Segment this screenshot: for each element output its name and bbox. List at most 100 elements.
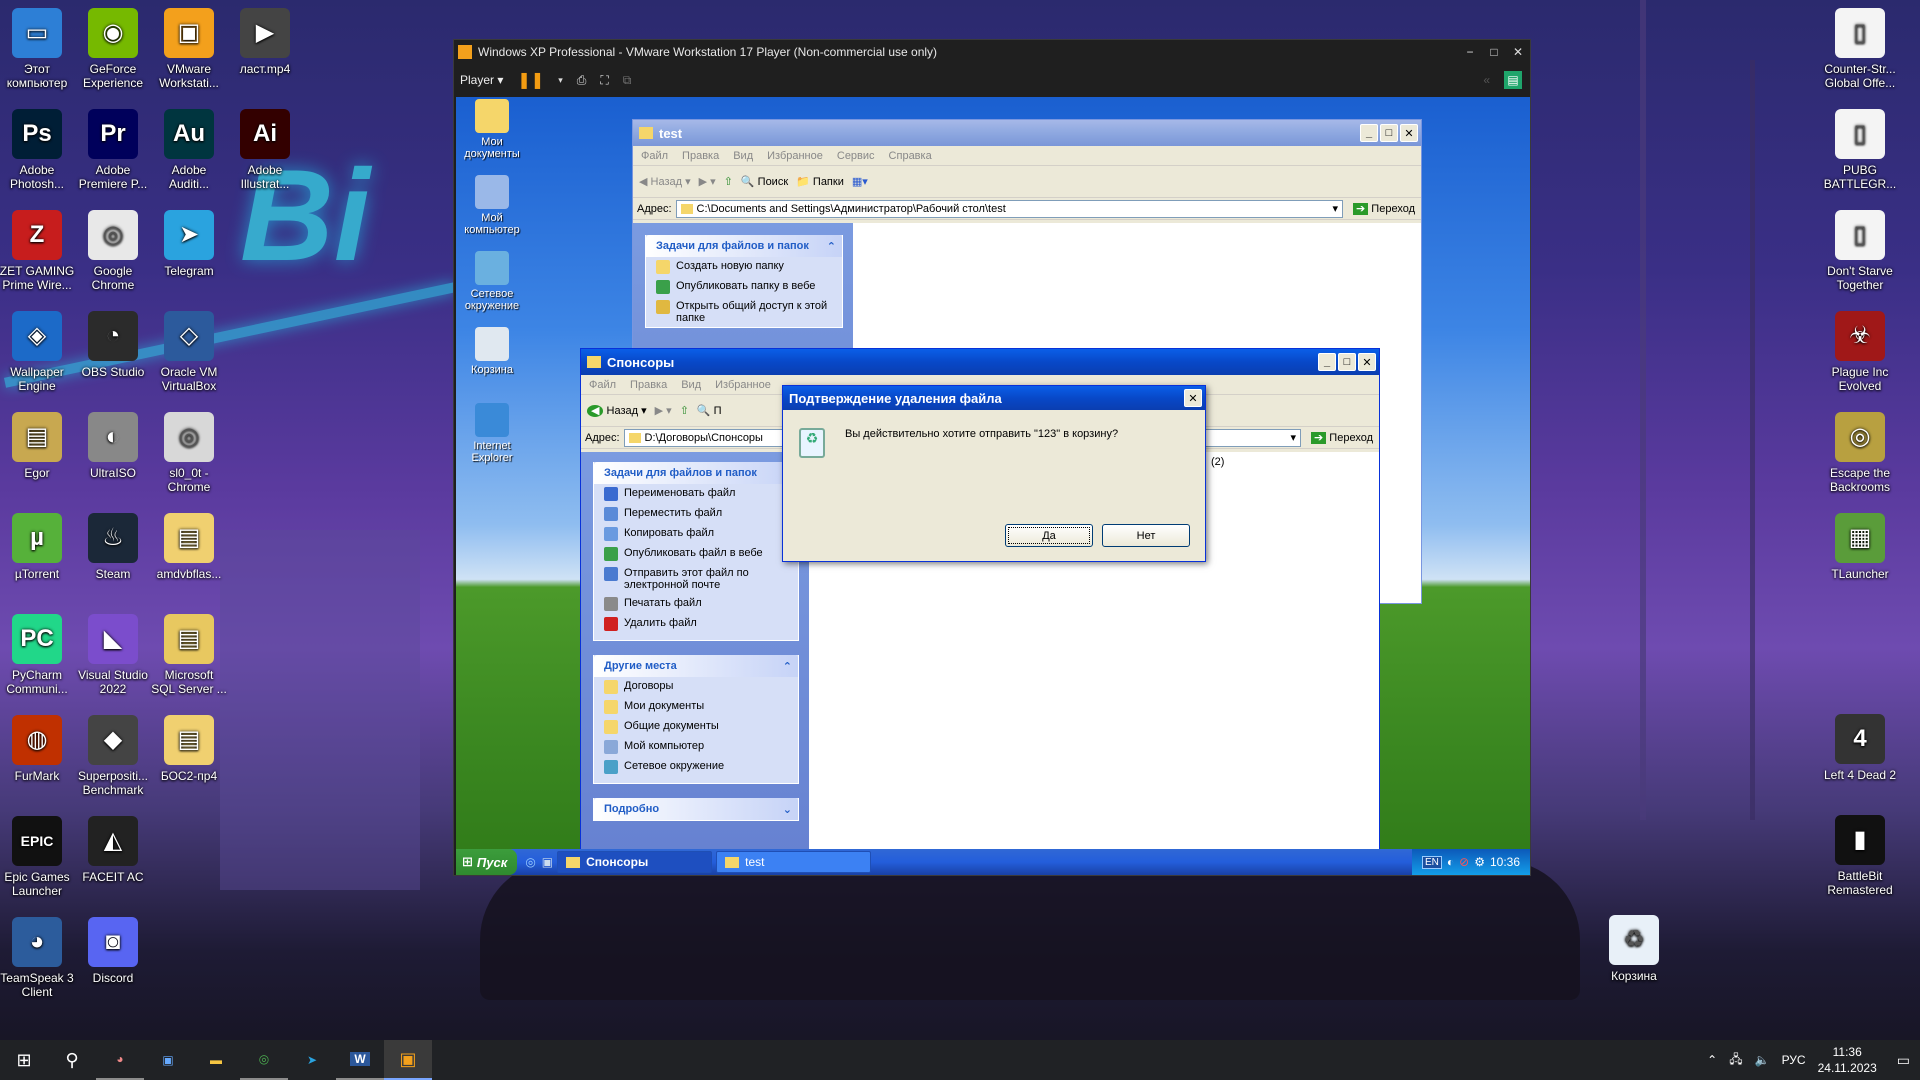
- desktop-icon[interactable]: Z ZET GAMING Prime Wire...: [0, 210, 75, 292]
- taskbar-button-sponsors[interactable]: Спонсоры: [557, 851, 713, 873]
- start-button[interactable]: ⊞: [0, 1040, 48, 1080]
- views-button[interactable]: ▦▾: [852, 175, 868, 188]
- taskbar-button-test[interactable]: test: [716, 851, 872, 873]
- close-button[interactable]: ✕: [1358, 353, 1376, 371]
- clock[interactable]: 11:36 24.11.2023: [1818, 1044, 1877, 1076]
- taskbar-app-file-explorer[interactable]: ▬: [192, 1040, 240, 1080]
- tasks-panel-header[interactable]: Задачи для файлов и папок: [594, 462, 798, 484]
- volume-icon[interactable]: 🔈: [1755, 1053, 1770, 1067]
- quicklaunch-ie-icon[interactable]: ◎: [525, 855, 535, 869]
- folders-button[interactable]: 📁 Папки: [796, 175, 844, 188]
- show-hidden-icons-icon[interactable]: ⌃: [1707, 1053, 1717, 1067]
- desktop-icon[interactable]: ▤ Egor: [0, 412, 75, 480]
- player-menu-button[interactable]: Player ▾: [460, 73, 503, 87]
- unity-icon[interactable]: ⧉: [623, 73, 632, 88]
- go-button[interactable]: ➔ Переход: [1305, 431, 1379, 444]
- task-link[interactable]: Копировать файл: [594, 524, 798, 544]
- desktop-icon[interactable]: Ps Adobe Photosh...: [0, 109, 75, 191]
- yes-button[interactable]: Да: [1005, 524, 1093, 547]
- desktop-icon[interactable]: ◔ OBS Studio: [75, 311, 151, 379]
- pause-dropdown-icon[interactable]: ▾: [558, 75, 563, 86]
- language-indicator[interactable]: РУС: [1782, 1053, 1806, 1067]
- menu-item[interactable]: Сервис: [837, 150, 875, 162]
- vmware-titlebar[interactable]: Windows XP Professional - VMware Worksta…: [454, 40, 1530, 64]
- menu-item[interactable]: Избранное: [715, 379, 771, 391]
- task-link[interactable]: Удалить файл: [594, 614, 798, 634]
- task-link[interactable]: Создать новую папку: [646, 257, 842, 277]
- task-link[interactable]: Печатать файл: [594, 594, 798, 614]
- maximize-button[interactable]: □: [1338, 353, 1356, 371]
- close-button[interactable]: ✕: [1400, 124, 1418, 142]
- menu-item[interactable]: Файл: [641, 150, 668, 162]
- send-ctrl-alt-del-icon[interactable]: ⎙: [577, 73, 587, 88]
- no-button[interactable]: Нет: [1102, 524, 1190, 547]
- taskbar-app-paint[interactable]: ◕: [96, 1040, 144, 1080]
- up-folder-icon[interactable]: ⇧: [724, 175, 733, 188]
- dialog-close-button[interactable]: ✕: [1184, 389, 1202, 407]
- vm-library-icon[interactable]: ▤: [1504, 71, 1522, 89]
- desktop-icon[interactable]: ▶ ласт.mp4: [227, 8, 303, 76]
- desktop-icon[interactable]: ➤ Telegram: [151, 210, 227, 278]
- maximize-button[interactable]: □: [1482, 45, 1506, 59]
- desktop-icon[interactable]: ◇ Oracle VM VirtualBox: [151, 311, 227, 393]
- desktop-icon[interactable]: ♻ Корзина: [1596, 915, 1672, 983]
- desktop-icon[interactable]: ◕ TeamSpeak 3 Client: [0, 917, 75, 999]
- desktop-icon[interactable]: ♨ Steam: [75, 513, 151, 581]
- back-button[interactable]: ◀ Назад ▾: [639, 175, 691, 188]
- menu-item[interactable]: Файл: [589, 379, 616, 391]
- desktop-icon[interactable]: ☣ Plague Inc Evolved: [1822, 311, 1898, 393]
- desktop-icon[interactable]: ▤ amdvbflas...: [151, 513, 227, 581]
- desktop-icon[interactable]: ◙ Discord: [75, 917, 151, 985]
- search-button[interactable]: 🔍 П: [697, 404, 722, 417]
- language-indicator[interactable]: EN: [1421, 855, 1442, 869]
- tray-app-icon[interactable]: ◐: [1447, 855, 1454, 869]
- notification-icon[interactable]: ▭: [1897, 1052, 1910, 1069]
- task-link[interactable]: Сетевое окружение: [594, 757, 798, 777]
- desktop-icon[interactable]: 4 Left 4 Dead 2: [1822, 714, 1898, 782]
- fullscreen-icon[interactable]: ⛶: [600, 73, 608, 88]
- minimize-button[interactable]: −: [1458, 45, 1482, 59]
- xp-clock[interactable]: 10:36: [1490, 855, 1520, 869]
- task-link[interactable]: Договоры: [594, 677, 798, 697]
- dropdown-icon[interactable]: ▾: [1332, 202, 1342, 215]
- go-button[interactable]: ➔ Переход: [1347, 202, 1421, 215]
- xp-desktop-icon[interactable]: Корзина: [456, 327, 528, 376]
- desktop-icon[interactable]: EPIC Epic Games Launcher: [0, 816, 75, 898]
- desktop-icon[interactable]: Ai Adobe Illustrat...: [227, 109, 303, 191]
- xp-desktop-icon[interactable]: Сетевое окружение: [456, 251, 528, 312]
- task-link[interactable]: Опубликовать файл в вебе: [594, 544, 798, 564]
- task-link[interactable]: Опубликовать папку в вебе: [646, 277, 842, 297]
- taskbar-app-vmware[interactable]: ▣: [384, 1040, 432, 1080]
- task-link[interactable]: Отправить этот файл по электронной почте: [594, 564, 798, 594]
- desktop-icon[interactable]: Au Adobe Auditi...: [151, 109, 227, 191]
- desktop-icon[interactable]: ▯ PUBG BATTLEGR...: [1822, 109, 1898, 191]
- desktop-icon[interactable]: ◣ Visual Studio 2022: [75, 614, 151, 696]
- desktop-icon[interactable]: µ µTorrent: [0, 513, 75, 581]
- desktop-icon[interactable]: ◎ Google Chrome: [75, 210, 151, 292]
- dropdown-icon[interactable]: ▾: [1290, 431, 1300, 444]
- taskbar-app-chrome[interactable]: ◎: [240, 1040, 288, 1080]
- menu-item[interactable]: Избранное: [767, 150, 823, 162]
- search-button[interactable]: 🔍 Поиск: [741, 175, 788, 188]
- back-button[interactable]: ◀ Назад ▾: [587, 404, 647, 417]
- desktop-icon[interactable]: ▣ VMware Workstati...: [151, 8, 227, 90]
- desktop-icon[interactable]: ◎ sl0_0t - Chrome: [151, 412, 227, 494]
- menu-item[interactable]: Вид: [733, 150, 753, 162]
- pause-icon[interactable]: ❚❚: [517, 70, 544, 90]
- desktop-icon[interactable]: ◐ UltraISO: [75, 412, 151, 480]
- xp-desktop-icon[interactable]: Internet Explorer: [456, 403, 528, 464]
- window-test-titlebar[interactable]: test _ □ ✕: [633, 120, 1421, 146]
- minimize-button[interactable]: _: [1318, 353, 1336, 371]
- back-arrow-icon[interactable]: «: [1483, 73, 1490, 87]
- forward-button[interactable]: ▶ ▾: [699, 175, 716, 188]
- details-panel-header[interactable]: Подробно ⌄: [594, 798, 798, 820]
- menu-item[interactable]: Правка: [682, 150, 719, 162]
- desktop-icon[interactable]: ◈ Wallpaper Engine: [0, 311, 75, 393]
- desktop-icon[interactable]: ◉ GeForce Experience: [75, 8, 151, 90]
- desktop-icon[interactable]: ▯ Counter-Str... Global Offe...: [1822, 8, 1898, 90]
- taskbar-app-telegram[interactable]: ➤: [288, 1040, 336, 1080]
- desktop-icon[interactable]: ▤ Microsoft SQL Server ...: [151, 614, 227, 696]
- task-link[interactable]: Переименовать файл: [594, 484, 798, 504]
- window-sponsors-titlebar[interactable]: Спонсоры _ □ ✕: [581, 349, 1379, 375]
- desktop-icon[interactable]: ▮ BattleBit Remastered: [1822, 815, 1898, 897]
